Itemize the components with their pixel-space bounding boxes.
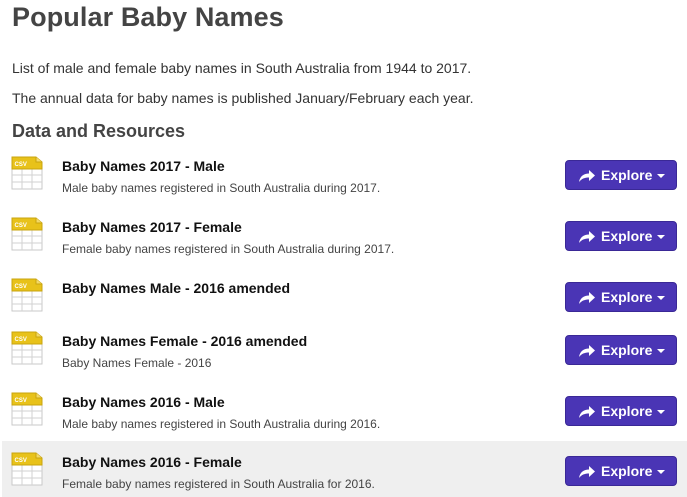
resource-title[interactable]: Baby Names 2016 - Female xyxy=(62,454,242,470)
resource-description: Male baby names registered in South Aust… xyxy=(62,181,381,195)
resource-title[interactable]: Baby Names 2017 - Female xyxy=(62,219,242,235)
chevron-down-icon xyxy=(657,470,665,474)
resource-description: Baby Names Female - 2016 xyxy=(62,356,212,370)
chevron-down-icon xyxy=(657,235,665,239)
resource-list: CSV Baby Names 2017 - Male Male baby nam… xyxy=(0,0,687,497)
csv-file-icon: CSV xyxy=(11,452,43,486)
resource-item[interactable]: CSV Baby Names 2016 - Male Male baby nam… xyxy=(2,381,687,437)
chevron-down-icon xyxy=(657,349,665,353)
svg-text:CSV: CSV xyxy=(15,458,27,464)
share-icon xyxy=(579,405,595,418)
csv-file-icon: CSV xyxy=(11,156,43,190)
resource-item[interactable]: CSV Baby Names 2017 - Male Male baby nam… xyxy=(2,145,687,201)
resource-title[interactable]: Baby Names 2016 - Male xyxy=(62,394,225,410)
share-icon xyxy=(579,230,595,243)
explore-button[interactable]: Explore xyxy=(565,456,677,486)
csv-file-icon: CSV xyxy=(11,217,43,251)
resource-description: Female baby names registered in South Au… xyxy=(62,477,375,491)
resource-title[interactable]: Baby Names Female - 2016 amended xyxy=(62,333,307,349)
dataset-page: Popular Baby Names List of male and fema… xyxy=(0,0,687,497)
svg-text:CSV: CSV xyxy=(15,284,27,290)
resource-title[interactable]: Baby Names Male - 2016 amended xyxy=(62,280,290,296)
csv-file-icon: CSV xyxy=(11,278,43,312)
share-icon xyxy=(579,465,595,478)
chevron-down-icon xyxy=(657,296,665,300)
resource-description: Female baby names registered in South Au… xyxy=(62,242,395,256)
resource-item[interactable]: CSV Baby Names Male - 2016 amended Explo… xyxy=(2,267,687,323)
explore-button-label: Explore xyxy=(601,403,653,419)
resource-item[interactable]: CSV Baby Names Female - 2016 amended Bab… xyxy=(2,320,687,376)
explore-button-label: Explore xyxy=(601,167,653,183)
explore-button[interactable]: Explore xyxy=(565,396,677,426)
chevron-down-icon xyxy=(657,410,665,414)
explore-button-label: Explore xyxy=(601,342,653,358)
resource-description: Male baby names registered in South Aust… xyxy=(62,417,381,431)
explore-button[interactable]: Explore xyxy=(565,160,677,190)
share-icon xyxy=(579,169,595,182)
explore-button[interactable]: Explore xyxy=(565,221,677,251)
resource-title[interactable]: Baby Names 2017 - Male xyxy=(62,158,225,174)
explore-button[interactable]: Explore xyxy=(565,335,677,365)
svg-text:CSV: CSV xyxy=(15,162,27,168)
resource-item[interactable]: CSV Baby Names 2016 - Female Female baby… xyxy=(2,441,687,497)
resource-item[interactable]: CSV Baby Names 2017 - Female Female baby… xyxy=(2,206,687,262)
explore-button-label: Explore xyxy=(601,463,653,479)
explore-button[interactable]: Explore xyxy=(565,282,677,312)
chevron-down-icon xyxy=(657,174,665,178)
svg-text:CSV: CSV xyxy=(15,398,27,404)
svg-text:CSV: CSV xyxy=(15,337,27,343)
share-icon xyxy=(579,344,595,357)
csv-file-icon: CSV xyxy=(11,392,43,426)
csv-file-icon: CSV xyxy=(11,331,43,365)
svg-text:CSV: CSV xyxy=(15,223,27,229)
explore-button-label: Explore xyxy=(601,289,653,305)
share-icon xyxy=(579,291,595,304)
explore-button-label: Explore xyxy=(601,228,653,244)
